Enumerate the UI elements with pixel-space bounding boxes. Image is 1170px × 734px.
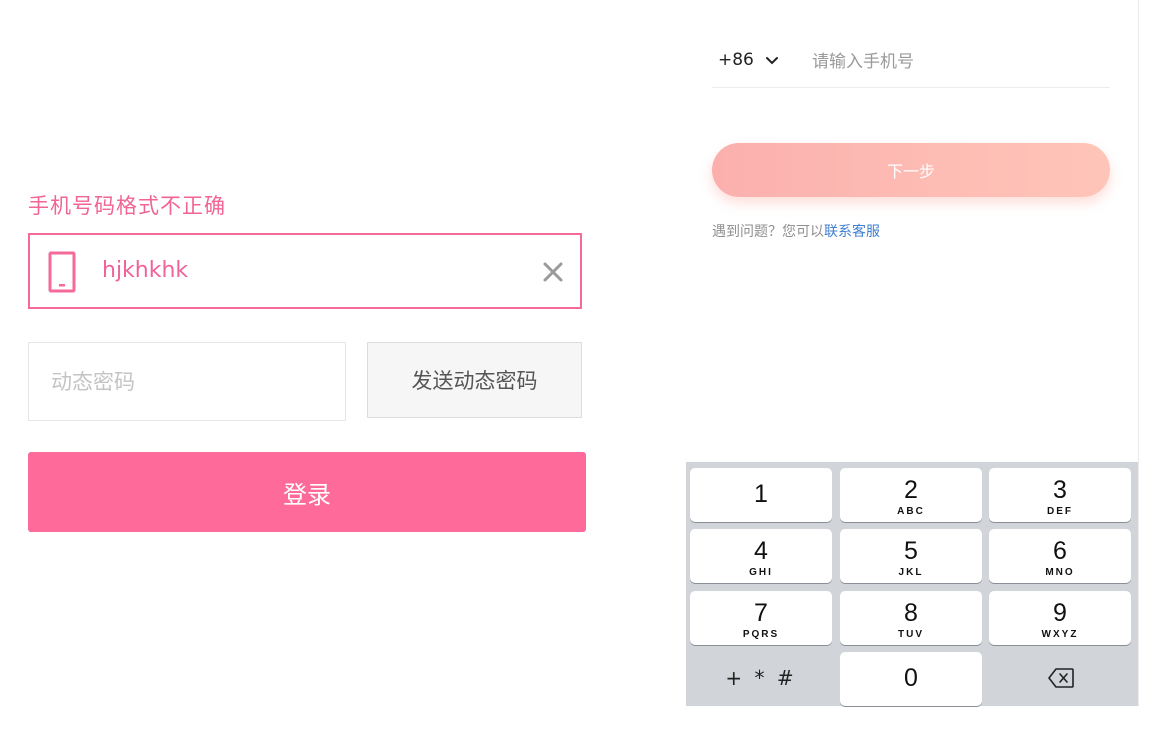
country-code-selector[interactable]: +86 (718, 50, 779, 70)
phone-number-input[interactable] (810, 44, 1104, 80)
key-5[interactable]: 5 JKL (840, 529, 982, 583)
key-letters: WXYZ (1041, 629, 1079, 640)
next-step-button[interactable]: 下一步 (712, 143, 1110, 197)
key-letters: MNO (1045, 567, 1075, 578)
key-9[interactable]: 9 WXYZ (989, 591, 1131, 645)
country-code-label: +86 (718, 50, 754, 70)
key-letters: GHI (749, 567, 773, 578)
key-6[interactable]: 6 MNO (989, 529, 1131, 583)
clear-icon[interactable] (542, 261, 564, 283)
input-divider (712, 87, 1110, 88)
mobile-login-panel: +86 下一步 遇到问题？您可以联系客服 1 2 ABC 3 DEF 4 GHI… (686, 0, 1139, 706)
help-text: 遇到问题？您可以联系客服 (712, 221, 880, 241)
send-code-button[interactable]: 发送动态密码 (367, 342, 582, 418)
phone-field[interactable]: hjkhkhk (28, 233, 582, 309)
chevron-down-icon (766, 57, 779, 65)
key-number: 7 (754, 599, 768, 627)
key-symbols[interactable]: + * # (690, 652, 832, 706)
key-number: 9 (1053, 599, 1067, 627)
key-delete[interactable] (989, 652, 1131, 706)
login-panel: 手机号码格式不正确 hjkhkhk 发送动态密码 登录 (0, 0, 620, 734)
key-letters: ABC (897, 506, 925, 517)
phone-error-message: 手机号码格式不正确 (28, 194, 226, 218)
contact-support-link[interactable]: 联系客服 (824, 224, 880, 240)
login-button[interactable]: 登录 (28, 452, 586, 532)
help-prompt: 遇到问题？您可以 (712, 224, 824, 240)
key-letters: DEF (1047, 506, 1073, 517)
key-4[interactable]: 4 GHI (690, 529, 832, 583)
key-1[interactable]: 1 (690, 468, 832, 522)
key-letters: TUV (898, 629, 924, 640)
key-number: 5 (904, 537, 918, 565)
mobile-phone-icon (48, 251, 76, 293)
key-number: 6 (1053, 537, 1067, 565)
key-3[interactable]: 3 DEF (989, 468, 1131, 522)
dynamic-code-input[interactable] (28, 342, 346, 421)
key-number: 0 (904, 664, 918, 692)
key-0[interactable]: 0 (840, 652, 982, 706)
numeric-keypad: 1 2 ABC 3 DEF 4 GHI 5 JKL 6 MNO 7 PQRS 8… (686, 462, 1138, 706)
key-number: 1 (754, 480, 768, 508)
key-letters: JKL (898, 567, 924, 578)
key-number: 3 (1053, 476, 1067, 504)
key-letters: PQRS (742, 629, 780, 640)
key-number: 4 (754, 537, 768, 565)
backspace-icon (1048, 668, 1074, 688)
key-number: 8 (904, 599, 918, 627)
key-number: 2 (904, 476, 918, 504)
symbols-label: + * # (725, 666, 797, 690)
phone-field-value[interactable]: hjkhkhk (102, 258, 188, 283)
key-7[interactable]: 7 PQRS (690, 591, 832, 645)
key-8[interactable]: 8 TUV (840, 591, 982, 645)
key-2[interactable]: 2 ABC (840, 468, 982, 522)
